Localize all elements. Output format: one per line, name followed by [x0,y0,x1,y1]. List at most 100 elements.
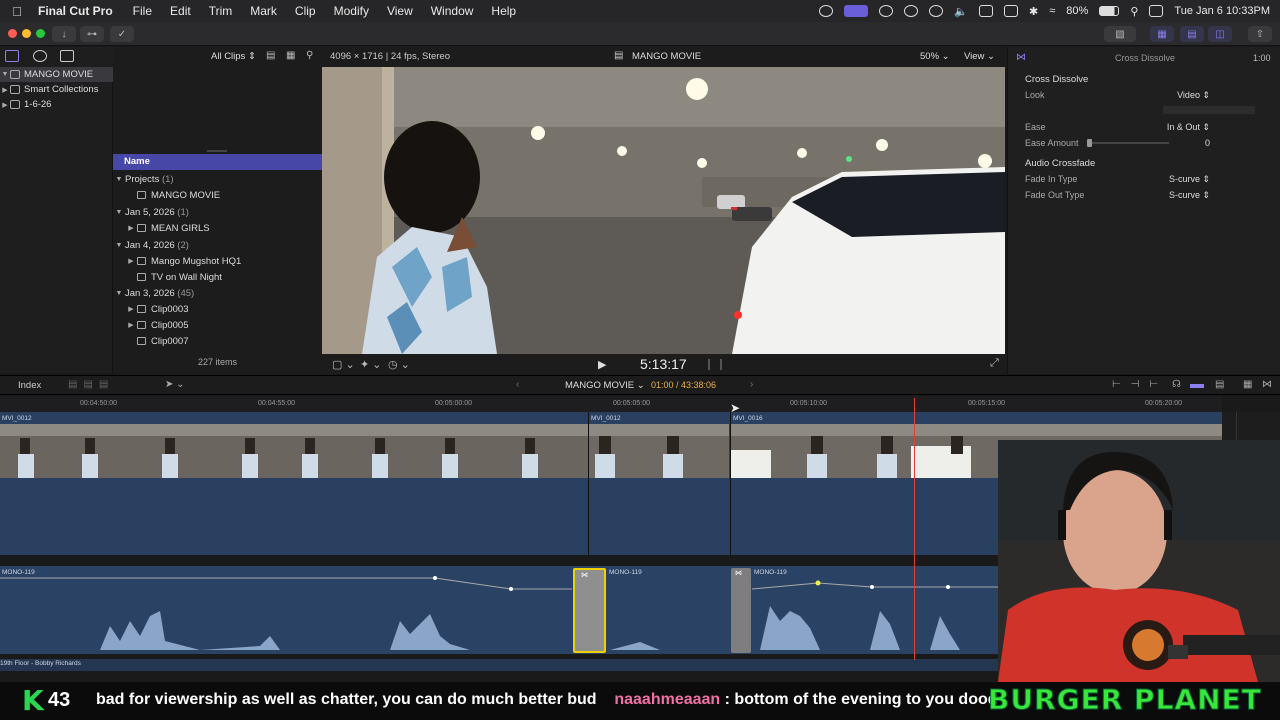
playhead[interactable] [914,398,915,660]
video-clip-thumbnails[interactable] [589,424,729,478]
display-icon[interactable] [1004,5,1019,17]
ease-amount-slider[interactable] [1089,142,1169,144]
library-item-event[interactable]: ▶ 1-6-26 [0,97,113,112]
edit-buttons-icon[interactable]: ▤▤▤ [68,379,114,390]
list-view-icon[interactable]: ▦ [286,50,295,61]
clip-filter-dropdown[interactable]: All Clips ⇕ [211,51,256,62]
browser-row-clip[interactable]: ▶ Clip0005 [113,317,322,333]
back-arrow-icon[interactable]: ‹ [516,379,519,390]
browser-row-clip[interactable]: ▶ MEAN GIRLS [113,220,322,236]
clip-edit-point[interactable] [730,412,731,555]
forward-arrow-icon[interactable]: › [750,379,753,390]
menu-file[interactable]: File [124,4,161,18]
status-icon[interactable] [904,5,919,17]
fullscreen-icon[interactable]: ⤢ [990,357,999,370]
menu-edit[interactable]: Edit [161,4,200,18]
video-clip-thumbnails[interactable] [0,424,588,478]
minimize-window-button[interactable] [22,29,31,38]
enhance-icon[interactable]: ✦ ⌄ [360,358,382,371]
disclosure-closed-icon[interactable]: ▶ [0,101,10,109]
timeline-index-icon[interactable]: ▤ [1215,379,1224,390]
status-icon[interactable] [979,5,994,17]
disclosure-closed-icon[interactable]: ▶ [125,321,137,329]
titles-generators-tab-icon[interactable] [60,50,74,62]
menu-help[interactable]: Help [482,4,525,18]
library-item-smart-collections[interactable]: ▶ Smart Collections [0,82,113,97]
timeline-display-icon[interactable]: ▦ [1243,379,1252,390]
browser-row-clip[interactable]: ▶ Clip0003 [113,301,322,317]
zoom-dropdown[interactable]: 50% ⌄ [920,51,950,62]
divider-handle[interactable] [207,150,227,152]
ease-dropdown[interactable]: In & Out ⇕ [1167,122,1210,133]
transform-icon[interactable]: ▢ ⌄ [332,358,355,371]
app-menu[interactable]: Final Cut Pro [34,4,124,18]
disclosure-closed-icon[interactable]: ▶ [0,86,10,94]
control-center-icon[interactable] [1149,5,1164,17]
clip-appearance-icon[interactable]: ▤ [266,50,275,61]
libraries-tab-icon[interactable] [5,50,19,62]
show-browser-icon[interactable]: ▦ [1150,26,1174,42]
apple-icon[interactable]:  [10,4,24,19]
keywords-icon[interactable]: ⊶ [80,26,104,42]
browser-row-clip[interactable]: ▶ Mango Mugshot HQ1 [113,253,322,269]
browser-row-clip[interactable]: TV on Wall Night [113,269,322,285]
photos-audio-tab-icon[interactable] [33,50,47,62]
expand-icon[interactable]: ⋈ [1262,379,1272,390]
background-tasks-icon[interactable]: ✓ [110,26,134,42]
show-inspector-icon[interactable]: ◫ [1208,26,1232,42]
play-icon[interactable] [929,5,944,17]
wifi-icon[interactable]: ≈ [1049,5,1055,17]
browser-row-event[interactable]: ▼ Jan 5, 2026 (1) [113,204,322,220]
show-timeline-icon[interactable]: ▤ [1180,26,1204,42]
cross-dissolve-transition[interactable]: ⋈ [573,568,606,653]
status-icon[interactable] [819,5,834,17]
disclosure-open-icon[interactable]: ▼ [113,209,125,216]
screen-record-icon[interactable] [844,5,869,17]
library-item-mango-movie[interactable]: ▼ MANGO MOVIE [0,67,113,82]
menu-view[interactable]: View [378,4,422,18]
search-icon[interactable]: ⚲ [1130,5,1138,18]
audio-skimming-icon[interactable]: ☊ [1172,379,1181,390]
share-icon[interactable]: ⇧ [1248,26,1272,42]
browser-row-projects[interactable]: ▼ Projects (1) [113,171,322,187]
look-dropdown[interactable]: Video ⇕ [1177,90,1210,101]
clip-appearance-icon[interactable] [1190,384,1204,388]
zoom-window-button[interactable] [36,29,45,38]
play-button[interactable]: ▶ [598,358,606,371]
disclosure-open-icon[interactable]: ▼ [0,71,10,78]
bluetooth-icon[interactable]: ✱ [1029,5,1038,18]
speed-icon[interactable]: ◷ ⌄ [388,358,410,371]
browser-row-clip[interactable]: Clip0007 [113,333,322,349]
project-dropdown[interactable]: MANGO MOVIE ⌄ [565,380,645,391]
browser-row-event[interactable]: ▼ Jan 3, 2026 (45) [113,285,322,301]
disclosure-closed-icon[interactable]: ▶ [125,224,137,232]
music-lane[interactable]: 19th Floor - Bobby Richards [0,659,1010,671]
menu-clip[interactable]: Clip [286,4,325,18]
menu-trim[interactable]: Trim [200,4,242,18]
index-button[interactable]: Index [18,380,41,391]
close-window-button[interactable] [8,29,17,38]
battery-icon[interactable] [1099,6,1120,16]
view-dropdown[interactable]: View ⌄ [964,51,995,62]
import-icon[interactable]: ↓ [52,26,76,42]
disclosure-closed-icon[interactable]: ▶ [125,257,137,265]
timeline-ruler[interactable]: 00:04:50:00 00:04:55:00 00:05:00:00 00:0… [0,396,1222,412]
disclosure-closed-icon[interactable]: ▶ [125,305,137,313]
transition-inspector-icon[interactable]: ⋈ [1016,52,1026,63]
viewer-frame[interactable] [322,67,1005,354]
transition-clip[interactable]: ⋈ [731,568,751,653]
name-column-header[interactable]: Name [113,154,322,170]
menu-mark[interactable]: Mark [241,4,286,18]
feedback-icon[interactable]: ▧ [1104,26,1136,42]
fade-in-dropdown[interactable]: S-curve ⇕ [1169,174,1210,185]
menu-window[interactable]: Window [422,4,483,18]
fade-out-dropdown[interactable]: S-curve ⇕ [1169,190,1210,201]
select-tool-icon[interactable]: ➤ ⌄ [165,379,185,390]
slider-knob[interactable] [1087,139,1092,147]
disclosure-open-icon[interactable]: ▼ [113,290,125,297]
browser-row-event[interactable]: ▼ Jan 4, 2026 (2) [113,237,322,253]
timeline-tools-icons[interactable]: ⊢⊣⊢ [1112,379,1168,390]
status-icon[interactable] [879,5,894,17]
disclosure-open-icon[interactable]: ▼ [113,176,125,183]
disclosure-open-icon[interactable]: ▼ [113,242,125,249]
